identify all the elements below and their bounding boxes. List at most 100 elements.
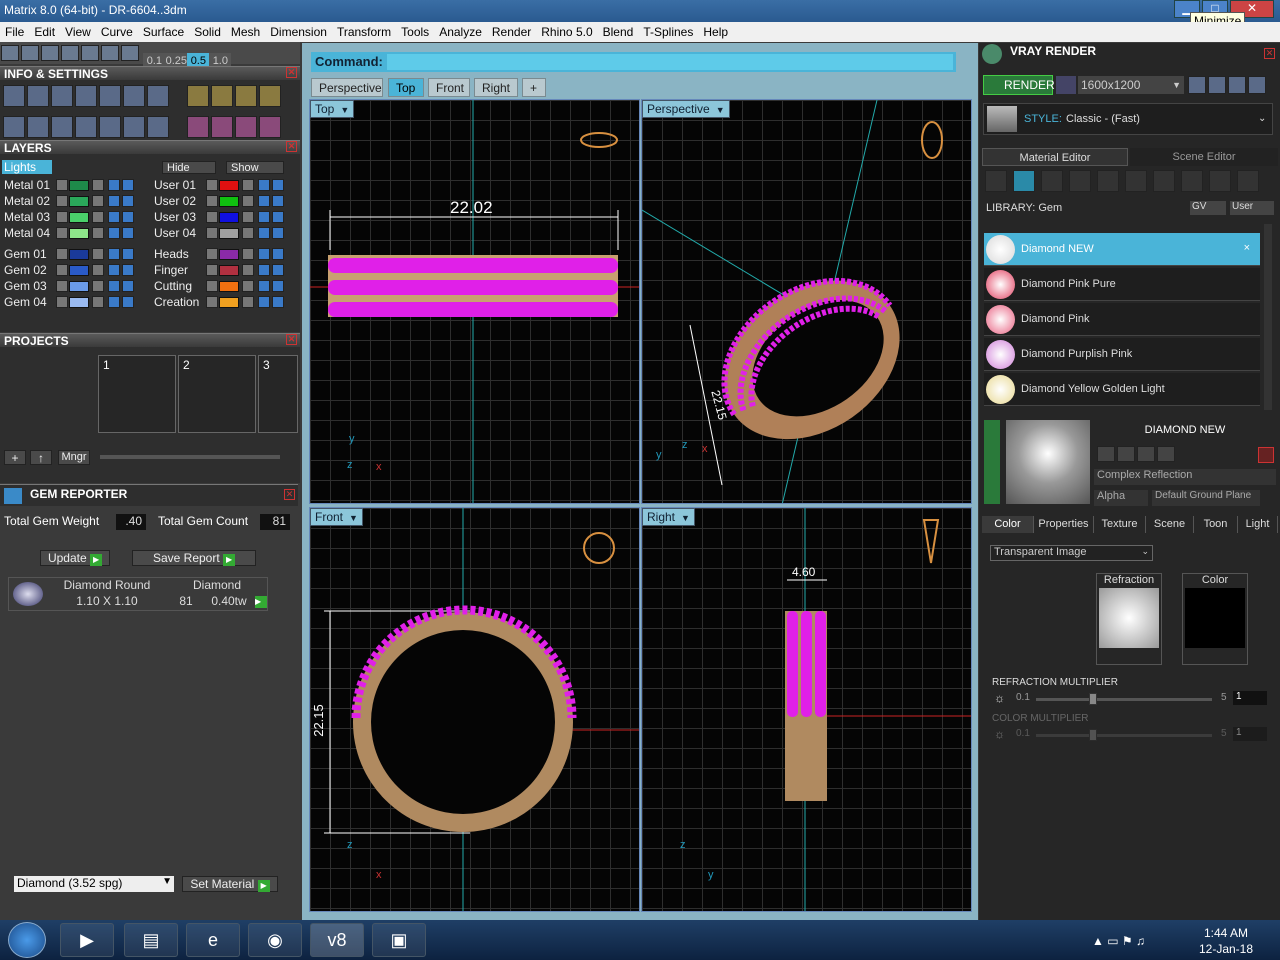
file-explorer-icon[interactable]: ▤: [124, 923, 178, 957]
layer-row[interactable]: Heads: [150, 247, 295, 262]
visibility-icon[interactable]: [108, 280, 120, 292]
tab-front[interactable]: Front: [428, 78, 470, 97]
viewport-label-right[interactable]: Right ▼: [642, 508, 695, 526]
command-input[interactable]: [387, 54, 953, 70]
firefox-icon[interactable]: ◉: [248, 923, 302, 957]
lock-icon[interactable]: [242, 211, 254, 223]
tool-icon[interactable]: [101, 45, 119, 61]
visibility-icon[interactable]: [272, 195, 284, 207]
pen-icon[interactable]: [123, 85, 145, 107]
menu-item[interactable]: Surface: [138, 22, 189, 39]
arrow-icon[interactable]: [56, 227, 68, 239]
menu-item[interactable]: Rhino 5.0: [536, 22, 597, 39]
layer-color-swatch[interactable]: [219, 180, 239, 191]
grid-icon[interactable]: [1125, 170, 1147, 192]
lock-icon[interactable]: [92, 227, 104, 239]
slider-track[interactable]: [1036, 734, 1212, 737]
resolution-select[interactable]: 1600x1200 ▼: [1078, 76, 1184, 94]
visibility-icon[interactable]: [122, 280, 134, 292]
system-tray-icons[interactable]: ▲ ▭ ⚑ ♫: [1092, 934, 1182, 948]
set-material-button[interactable]: Set Material ▶: [182, 876, 278, 892]
arrow-icon[interactable]: [206, 179, 218, 191]
viewport-right[interactable]: z y 4.60 Right ▼: [641, 507, 972, 912]
move-icon[interactable]: [235, 116, 258, 138]
menu-item[interactable]: Help: [698, 22, 733, 39]
save-icon[interactable]: [1097, 446, 1115, 462]
menu-item[interactable]: Blend: [598, 22, 639, 39]
visibility-icon[interactable]: [258, 211, 270, 223]
tool-icon[interactable]: [121, 45, 139, 61]
hand-icon[interactable]: [1209, 170, 1231, 192]
tool-icon[interactable]: [41, 45, 59, 61]
color-multiplier-slider[interactable]: ☼ 0.1 5 1: [992, 726, 1272, 742]
layer-color-swatch[interactable]: [219, 228, 239, 239]
alpha-toggle[interactable]: Alpha: [1094, 490, 1148, 506]
lock-icon[interactable]: [242, 296, 254, 308]
layer-color-swatch[interactable]: [69, 281, 89, 292]
reflection-select[interactable]: Complex Reflection: [1094, 469, 1276, 485]
arrow-icon[interactable]: [206, 227, 218, 239]
arrow-icon[interactable]: [56, 211, 68, 223]
project-slot[interactable]: 1: [98, 355, 176, 433]
subtab-color[interactable]: Color: [982, 516, 1034, 533]
layer-row[interactable]: User 01: [150, 178, 295, 193]
tab-material-editor[interactable]: Material Editor: [982, 148, 1128, 166]
save-icon[interactable]: [1117, 446, 1135, 462]
visibility-icon[interactable]: [272, 280, 284, 292]
lights-button[interactable]: Lights: [2, 160, 52, 174]
visibility-icon[interactable]: [108, 227, 120, 239]
menu-item[interactable]: Solid: [189, 22, 226, 39]
close-icon[interactable]: ✕: [286, 67, 297, 78]
slider-value[interactable]: 1: [1233, 727, 1267, 741]
lock-icon[interactable]: [92, 211, 104, 223]
layer-row[interactable]: Gem 01: [0, 247, 145, 262]
tool-icon[interactable]: [81, 45, 99, 61]
visibility-icon[interactable]: [122, 179, 134, 191]
visibility-icon[interactable]: [272, 211, 284, 223]
visibility-icon[interactable]: [272, 296, 284, 308]
save-report-button[interactable]: Save Report ▶: [132, 550, 256, 566]
move-icon[interactable]: [259, 116, 282, 138]
ground-plane-select[interactable]: Default Ground Plane: [1152, 490, 1260, 506]
layer-row[interactable]: Finger: [150, 263, 295, 278]
visibility-icon[interactable]: [108, 195, 120, 207]
arrow-icon[interactable]: [206, 264, 218, 276]
layer-color-swatch[interactable]: [69, 196, 89, 207]
slider-knob[interactable]: [1088, 729, 1097, 741]
layer-icon[interactable]: [51, 85, 73, 107]
clock-time[interactable]: 1:44 AM: [1200, 926, 1252, 940]
arrow-icon[interactable]: [56, 179, 68, 191]
tab-top[interactable]: Top: [388, 78, 424, 97]
refraction-multiplier-slider[interactable]: ☼ 0.1 5 1: [992, 690, 1272, 706]
texture-icon[interactable]: [1097, 170, 1119, 192]
menu-item[interactable]: Dimension: [265, 22, 332, 39]
refraction-slot[interactable]: Refraction: [1096, 573, 1162, 665]
slider-track[interactable]: [1036, 698, 1212, 701]
cube-icon[interactable]: [51, 116, 73, 138]
arrow-icon[interactable]: [206, 211, 218, 223]
visibility-icon[interactable]: [122, 248, 134, 260]
layer-color-swatch[interactable]: [69, 212, 89, 223]
matrix-app-icon[interactable]: v8: [310, 923, 364, 957]
material-list-scrollbar[interactable]: [1264, 224, 1272, 410]
visibility-icon[interactable]: [108, 264, 120, 276]
visibility-icon[interactable]: [258, 264, 270, 276]
render-button[interactable]: RENDER: [983, 75, 1055, 95]
layer-color-swatch[interactable]: [69, 265, 89, 276]
layer-color-swatch[interactable]: [219, 249, 239, 260]
export-icon[interactable]: [1137, 446, 1155, 462]
zoom-icon[interactable]: [27, 85, 49, 107]
tool-icon[interactable]: [1, 45, 19, 61]
lock-icon[interactable]: [242, 227, 254, 239]
projects-slider[interactable]: [100, 455, 280, 459]
menu-item[interactable]: Edit: [29, 22, 60, 39]
rect-icon[interactable]: [27, 116, 49, 138]
layer-color-swatch[interactable]: [219, 212, 239, 223]
rewind-icon[interactable]: [1188, 76, 1206, 94]
lock-icon[interactable]: [92, 280, 104, 292]
visibility-icon[interactable]: [122, 195, 134, 207]
frame-icon[interactable]: [1208, 76, 1226, 94]
menu-item[interactable]: Analyze: [434, 22, 487, 39]
lock-icon[interactable]: [92, 264, 104, 276]
visibility-icon[interactable]: [108, 248, 120, 260]
